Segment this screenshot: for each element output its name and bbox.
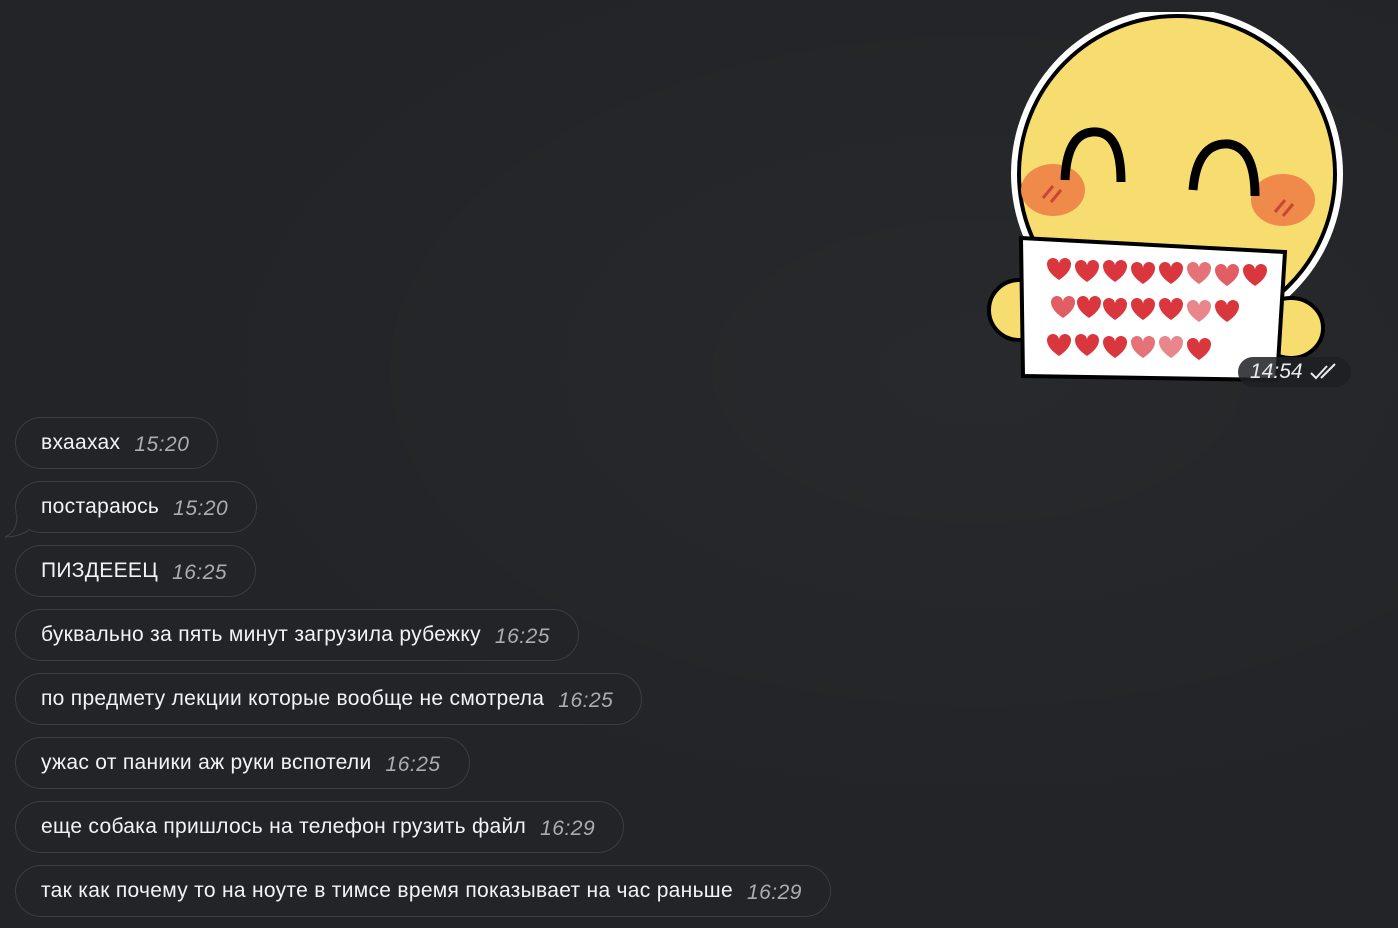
double-check-icon: [1309, 363, 1336, 380]
message-time: 16:25: [172, 561, 228, 584]
message-bubble[interactable]: ПИЗДЕЕЕЦ 16:25: [15, 545, 257, 597]
message-text: буквально за пять минут загрузила рубежк…: [41, 623, 481, 646]
message-text: еще собака пришлось на телефон грузить ф…: [41, 815, 527, 838]
message-time: 16:25: [494, 625, 550, 648]
message-bubble[interactable]: по предмету лекции которые вообще не смо…: [15, 673, 643, 725]
message-time: 16:29: [746, 881, 802, 904]
chat-window: 14:54 вхаахах 15:20 постараюсь 15:20 ПИЗ…: [0, 0, 1398, 928]
message-text: ПИЗДЕЕЕЦ: [41, 559, 159, 582]
message-bubble[interactable]: постараюсь 15:20: [15, 481, 258, 533]
sticker-message[interactable]: [985, 12, 1355, 390]
message-text: ужас от паники аж руки вспотели: [41, 751, 372, 774]
message-bubble[interactable]: буквально за пять минут загрузила рубежк…: [15, 609, 579, 661]
emoji-sticker-image: [987, 12, 1343, 383]
message-bubble[interactable]: так как почему то на ноуте в тимсе время…: [15, 865, 831, 917]
message-bubble[interactable]: вхаахах 15:20: [15, 417, 219, 469]
message-time: 15:20: [134, 433, 190, 456]
message-time: 15:20: [173, 497, 229, 520]
message-text: так как почему то на ноуте в тимсе время…: [41, 879, 733, 902]
message-bubble[interactable]: еще собака пришлось на телефон грузить ф…: [15, 801, 625, 853]
sticker-time-label: 14:54: [1250, 360, 1303, 383]
sticker-timestamp: 14:54: [1238, 357, 1351, 387]
message-bubble[interactable]: ужас от паники аж руки вспотели 16:25: [15, 737, 470, 789]
bubble-tail: [4, 516, 30, 538]
message-time: 16:25: [558, 689, 614, 712]
message-text: вхаахах: [41, 431, 121, 454]
message-time: 16:29: [540, 817, 596, 840]
message-text: по предмету лекции которые вообще не смо…: [41, 687, 545, 710]
message-text: постараюсь: [41, 495, 160, 518]
message-time: 16:25: [385, 753, 441, 776]
